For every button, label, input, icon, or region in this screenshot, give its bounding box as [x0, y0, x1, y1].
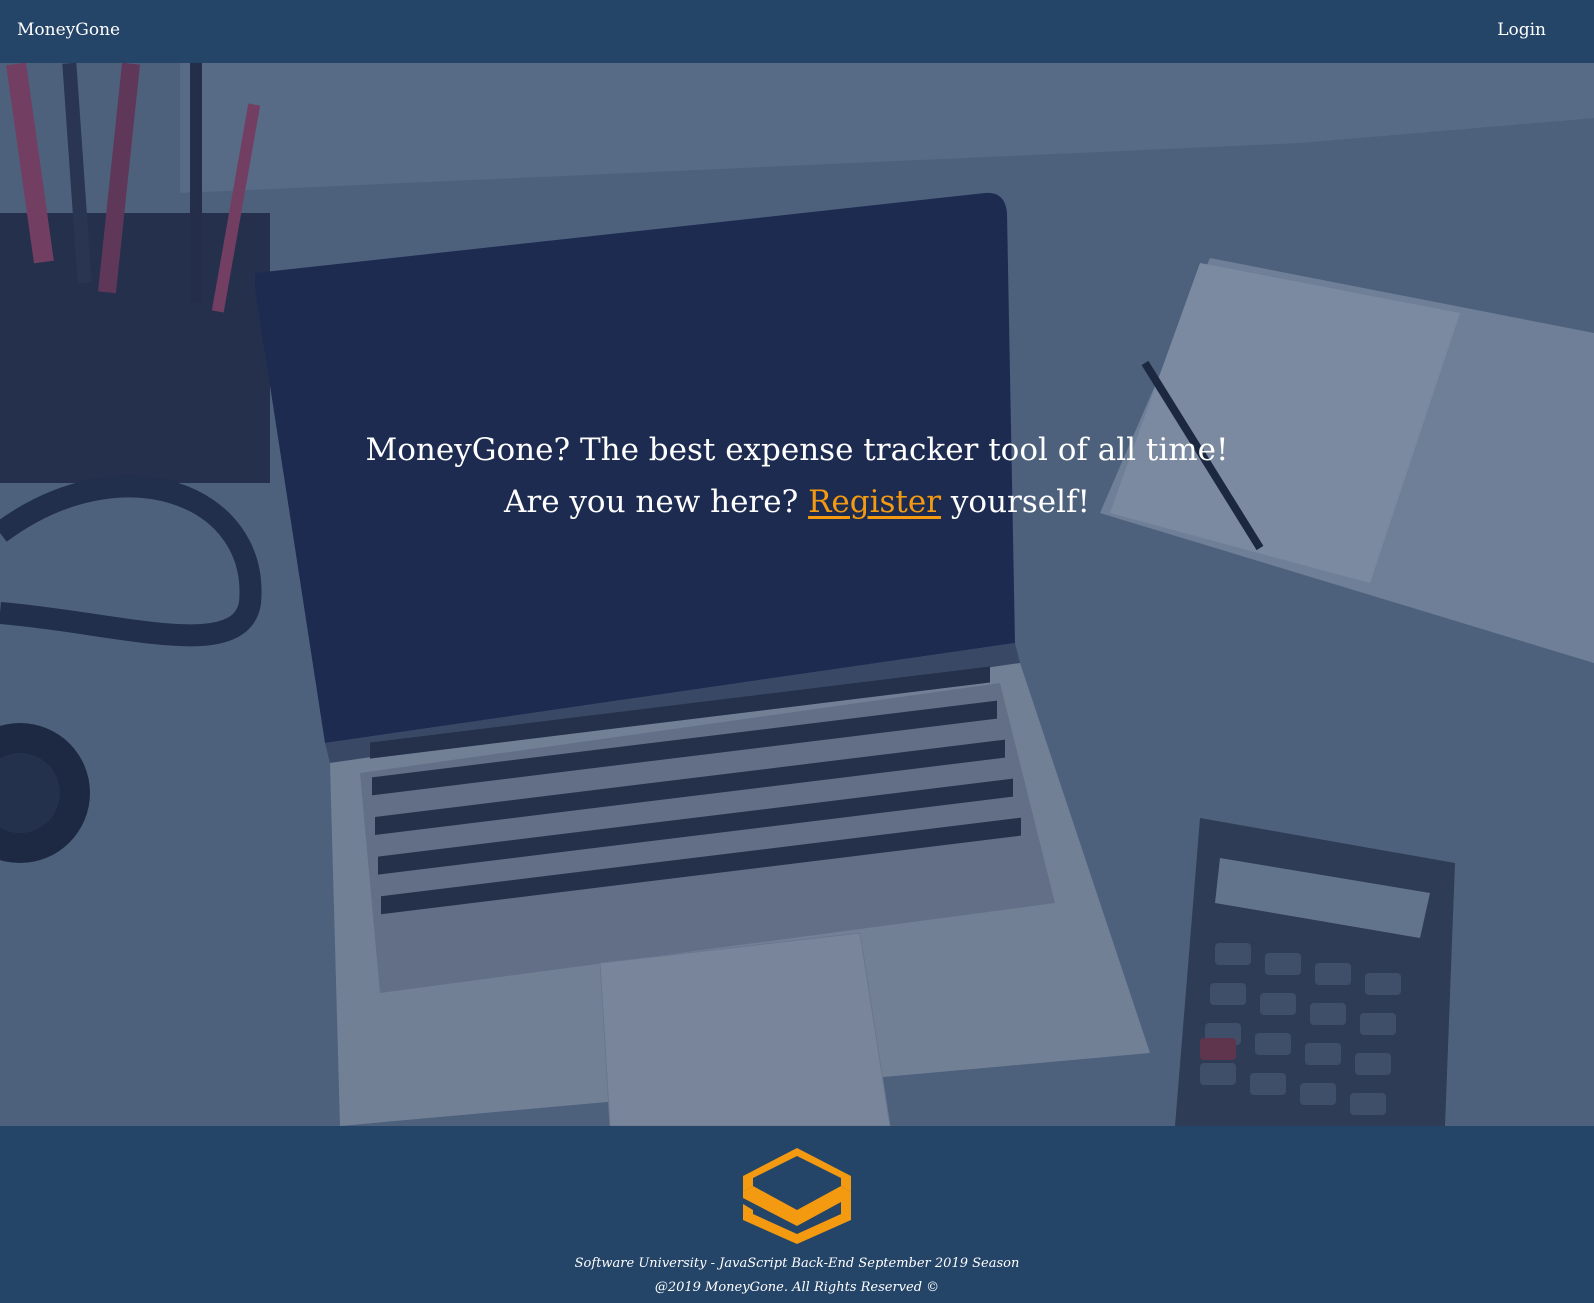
- hero-overlay: [0, 63, 1594, 1126]
- subline-after: yourself!: [941, 484, 1090, 521]
- brand-link[interactable]: MoneyGone: [17, 20, 120, 40]
- hero-text: MoneyGone? The best expense tracker tool…: [0, 433, 1594, 519]
- softuni-logo-icon: [743, 1148, 851, 1244]
- footer-copyright: @2019 MoneyGone. All Rights Reserved ©: [654, 1280, 940, 1295]
- navbar: MoneyGone Login: [0, 0, 1594, 63]
- hero-section: MoneyGone? The best expense tracker tool…: [0, 63, 1594, 1126]
- footer: Software University - JavaScript Back-En…: [0, 1126, 1594, 1303]
- hero-headline: MoneyGone? The best expense tracker tool…: [365, 432, 1229, 468]
- hero-subline: Are you new here? Register yourself!: [0, 485, 1594, 519]
- register-link[interactable]: Register: [808, 484, 941, 520]
- login-link[interactable]: Login: [1497, 20, 1546, 40]
- footer-credit: Software University - JavaScript Back-En…: [574, 1256, 1020, 1271]
- subline-before: Are you new here?: [504, 484, 809, 521]
